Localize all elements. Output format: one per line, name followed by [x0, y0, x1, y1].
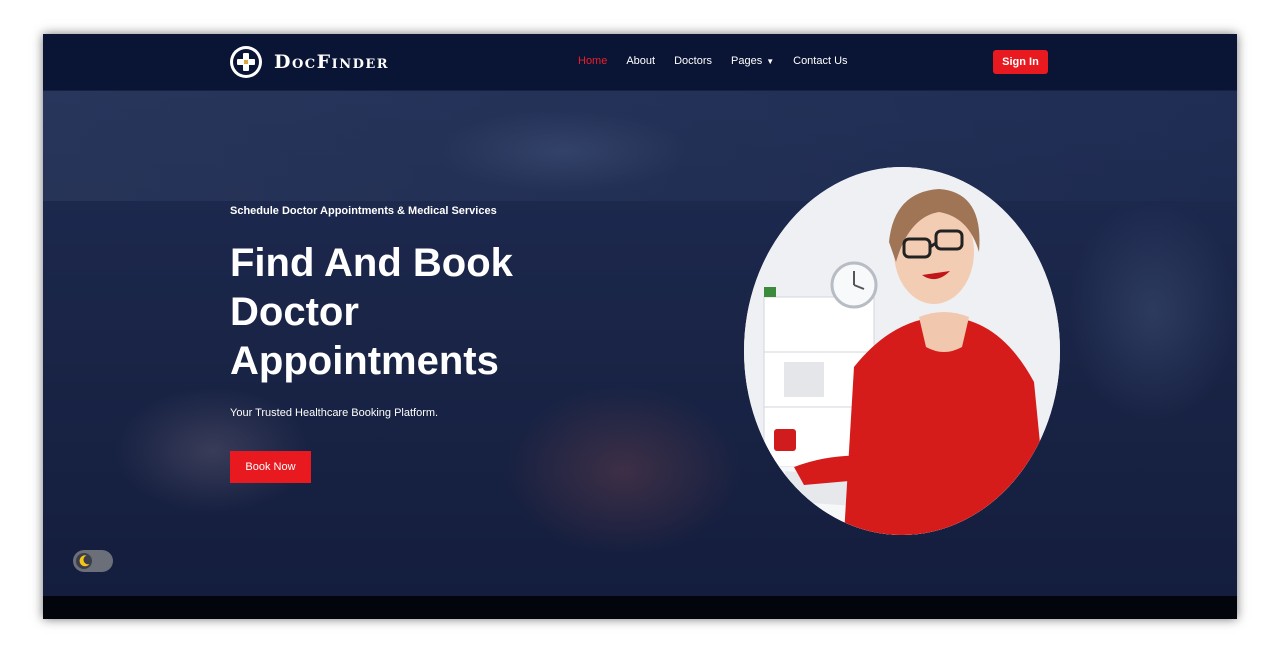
- nav-item-contact[interactable]: Contact Us: [793, 55, 847, 67]
- chevron-down-icon: ▼: [766, 56, 775, 66]
- main-nav: Home About Doctors Pages ▼ Contact Us: [578, 55, 867, 67]
- hero-section: Schedule Doctor Appointments & Medical S…: [43, 91, 1237, 596]
- medical-cross-icon: [230, 46, 262, 78]
- nav-item-pages[interactable]: Pages ▼: [731, 55, 774, 67]
- hero-subtitle: Schedule Doctor Appointments & Medical S…: [230, 205, 497, 217]
- top-navbar: DocFinder Home About Doctors Pages ▼ Con…: [43, 34, 1237, 91]
- book-now-button[interactable]: Book Now: [230, 451, 311, 483]
- brand-name: DocFinder: [274, 51, 390, 73]
- doctor-portrait-image: [744, 167, 1060, 535]
- nav-item-about[interactable]: About: [626, 55, 655, 67]
- headline-line-3: Appointments: [230, 339, 499, 383]
- headline-line-1: Find And Book: [230, 241, 513, 285]
- theme-toggle[interactable]: [73, 550, 113, 572]
- hero-headline: Find And Book Doctor Appointments: [230, 239, 570, 386]
- nav-item-doctors[interactable]: Doctors: [674, 55, 712, 67]
- page-bottom-strip: [43, 596, 1237, 619]
- nav-item-home[interactable]: Home: [578, 55, 607, 67]
- sign-in-button[interactable]: Sign In: [993, 50, 1048, 74]
- brand-logo[interactable]: DocFinder: [230, 46, 389, 78]
- moon-icon: [76, 553, 92, 569]
- doctor-portrait-illustration: [744, 167, 1060, 535]
- hero-background-image: [43, 91, 1237, 201]
- browser-viewport: Schedule Doctor Appointments & Medical S…: [43, 34, 1237, 619]
- hero-tagline: Your Trusted Healthcare Booking Platform…: [230, 407, 439, 419]
- nav-item-pages-label: Pages: [731, 55, 763, 67]
- headline-line-2: Doctor: [230, 290, 359, 334]
